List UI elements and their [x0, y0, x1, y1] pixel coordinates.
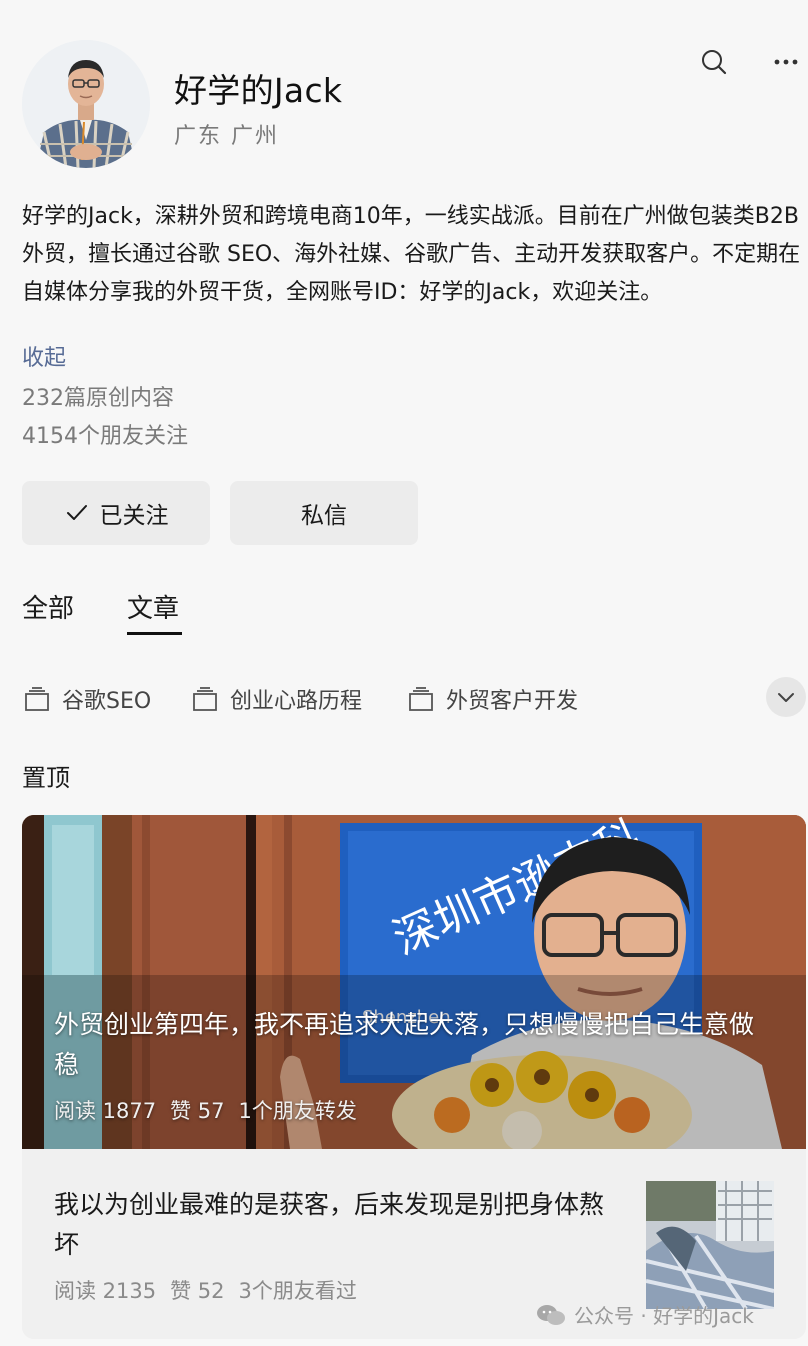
read-count: 阅读 1877 [54, 1099, 157, 1123]
expand-collections-button[interactable] [766, 677, 806, 717]
active-tab-indicator [127, 632, 182, 635]
profile-name: 好学的Jack [174, 71, 343, 110]
like-count: 赞 57 [170, 1099, 225, 1123]
tab-all[interactable]: 全部 [22, 588, 74, 625]
chevron-down-icon [778, 693, 794, 702]
more-icon[interactable] [768, 44, 804, 80]
collection-label: 创业心路历程 [230, 689, 363, 714]
checkmark-icon [66, 505, 87, 520]
share-count: 1个朋友转发 [238, 1099, 357, 1123]
profile-page: 好学的Jack 广东 广州 好学的Jack，深耕外贸和跨境电商10年，一线实战派… [0, 0, 808, 1346]
like-count: 赞 52 [170, 1279, 225, 1303]
message-label: 私信 [301, 503, 347, 529]
profile-bio: 好学的Jack，深耕外贸和跨境电商10年，一线实战派。目前在广州做包装类B2B外… [22, 204, 801, 305]
collection-icon [193, 687, 217, 711]
collapse-link[interactable]: 收起 [22, 340, 66, 372]
cover-article[interactable]: 深圳市逊杰科 Shenzhen 外贸创业第四年，我不再追求大起大落，只想慢慢把自… [22, 815, 806, 1149]
collection-icon [409, 687, 433, 711]
follow-label: 已关注 [99, 503, 169, 529]
article-thumbnail [646, 1181, 774, 1309]
collection-icon [25, 687, 49, 711]
collection-item-client-dev[interactable]: 外贸客户开发 [408, 683, 578, 715]
profile-location: 广东 广州 [174, 124, 279, 149]
avatar[interactable] [22, 40, 150, 168]
pinned-card: 深圳市逊杰科 Shenzhen 外贸创业第四年，我不再追求大起大落，只想慢慢把自… [22, 815, 806, 1339]
collection-label: 谷歌SEO [62, 689, 152, 714]
follow-button[interactable]: 已关注 [22, 481, 210, 545]
viewed-count: 3个朋友看过 [238, 1279, 357, 1303]
cover-article-meta: 阅读 1877 赞 57 1个朋友转发 [54, 1095, 357, 1125]
original-content-count[interactable]: 232篇原创内容 [22, 380, 174, 412]
message-button[interactable]: 私信 [230, 481, 418, 545]
wechat-icon [537, 1304, 565, 1325]
pinned-section-title: 置顶 [22, 764, 70, 792]
tab-articles[interactable]: 文章 [127, 588, 179, 625]
watermark: 公众号 · 好学的Jack [536, 1300, 754, 1329]
collection-item-startup[interactable]: 创业心路历程 [192, 683, 362, 715]
search-icon[interactable] [696, 44, 732, 80]
watermark-text: 公众号 · 好学的Jack [574, 1304, 754, 1328]
second-article-title: 我以为创业最难的是获客，后来发现是别把身体熬坏 [54, 1190, 605, 1259]
collection-label: 外贸客户开发 [446, 689, 579, 714]
collection-item-seo[interactable]: 谷歌SEO [24, 683, 151, 715]
read-count: 阅读 2135 [54, 1279, 157, 1303]
cover-article-title: 外贸创业第四年，我不再追求大起大落，只想慢慢把自己生意做稳 [54, 1010, 755, 1079]
second-article-meta: 阅读 2135 赞 52 3个朋友看过 [54, 1275, 357, 1305]
friends-following-count[interactable]: 4154个朋友关注 [22, 418, 188, 450]
